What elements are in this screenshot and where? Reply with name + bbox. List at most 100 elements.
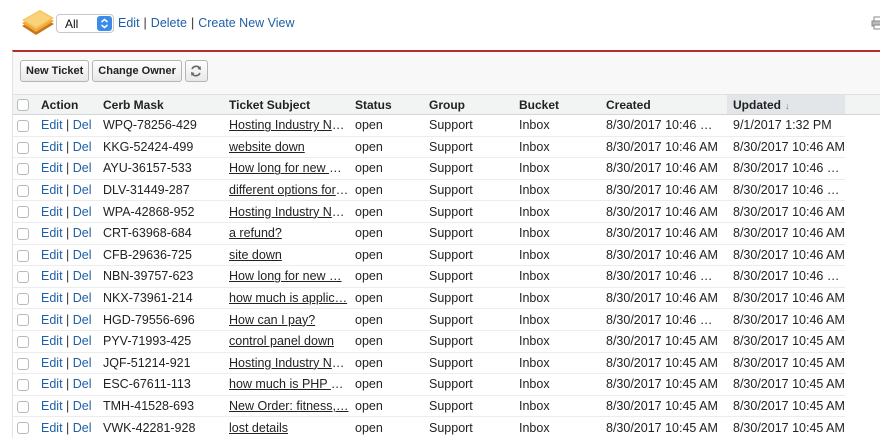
column-header-bucket[interactable]: Bucket <box>513 94 600 115</box>
column-header-subject[interactable]: Ticket Subject <box>223 94 349 115</box>
create-new-view-link[interactable]: Create New View <box>198 16 294 30</box>
table-row[interactable]: Edit | Del WPQ-78256-429 Hosting Industry … <box>13 114 880 137</box>
row-select-cell <box>13 222 35 245</box>
table-row[interactable]: Edit | Del WPA-42868-952 Hosting Industry … <box>13 200 880 223</box>
row-checkbox[interactable] <box>17 141 29 154</box>
edit-ticket-link[interactable]: Edit <box>41 183 63 197</box>
row-checkbox[interactable] <box>17 335 29 348</box>
row-checkbox[interactable] <box>17 227 29 240</box>
ticket-subject-link[interactable]: site down <box>229 248 282 262</box>
cell-status: open <box>349 200 423 223</box>
edit-ticket-link[interactable]: Edit <box>41 291 63 305</box>
ticket-subject-link[interactable]: how much is PHP h… <box>229 377 349 391</box>
row-checkbox[interactable] <box>17 292 29 305</box>
row-checkbox[interactable] <box>17 163 29 176</box>
new-ticket-button[interactable]: New Ticket <box>20 60 90 82</box>
edit-ticket-link[interactable]: Edit <box>41 118 63 132</box>
ticket-subject-link[interactable]: a refund? <box>229 226 282 240</box>
row-checkbox[interactable] <box>17 271 29 284</box>
table-row[interactable]: Edit | Del HGD-79556-696 How can I pay? ope… <box>13 308 880 331</box>
edit-ticket-link[interactable]: Edit <box>41 399 63 413</box>
table-row[interactable]: Edit | Del VWK-42281-928 lost details open S… <box>13 416 880 438</box>
table-row[interactable]: Edit | Del CFB-29636-725 site down open Supp… <box>13 244 880 267</box>
edit-ticket-link[interactable]: Edit <box>41 334 63 348</box>
ticket-subject-link[interactable]: Hosting Industry Ne… <box>229 356 349 370</box>
delete-ticket-link[interactable]: Del <box>73 377 92 391</box>
delete-ticket-link[interactable]: Del <box>73 205 92 219</box>
row-checkbox[interactable] <box>17 357 29 370</box>
delete-ticket-link[interactable]: Del <box>73 248 92 262</box>
table-row[interactable]: Edit | Del ESC-67611-113 how much is PHP h… <box>13 373 880 396</box>
cell-group: Support <box>423 244 513 267</box>
delete-ticket-link[interactable]: Del <box>73 118 92 132</box>
ticket-subject-link[interactable]: different options for … <box>229 183 349 197</box>
edit-ticket-link[interactable]: Edit <box>41 356 63 370</box>
action-separator: | <box>62 291 73 306</box>
delete-ticket-link[interactable]: Del <box>73 269 92 283</box>
column-header-mask[interactable]: Cerb Mask <box>97 94 223 115</box>
table-row[interactable]: Edit | Del TMH-41528-693 New Order: fitnes… <box>13 395 880 418</box>
refresh-button[interactable] <box>184 60 208 82</box>
ticket-subject-link[interactable]: Hosting Industry Ne… <box>229 205 349 219</box>
table-row[interactable]: Edit | Del PYV-71993-425 control panel dow… <box>13 330 880 353</box>
delete-ticket-link[interactable]: Del <box>73 291 92 305</box>
select-all-checkbox[interactable] <box>17 99 29 112</box>
edit-ticket-link[interactable]: Edit <box>41 248 63 262</box>
ticket-subject-link[interactable]: How can I pay? <box>229 313 315 327</box>
row-checkbox[interactable] <box>17 314 29 327</box>
row-filler <box>845 157 880 180</box>
ticket-subject-link[interactable]: Hosting Industry Ne… <box>229 118 349 132</box>
row-checkbox[interactable] <box>17 120 29 132</box>
delete-ticket-link[interactable]: Del <box>73 226 92 240</box>
column-header-group[interactable]: Group <box>423 94 513 115</box>
table-row[interactable]: Edit | Del NKX-73961-214 how much is appli… <box>13 287 880 310</box>
delete-ticket-link[interactable]: Del <box>73 421 92 435</box>
edit-view-link[interactable]: Edit <box>118 16 140 30</box>
edit-ticket-link[interactable]: Edit <box>41 161 63 175</box>
edit-ticket-link[interactable]: Edit <box>41 377 63 391</box>
column-header-created[interactable]: Created <box>600 94 727 115</box>
ticket-subject-link[interactable]: How long for new … <box>229 269 342 283</box>
table-row[interactable]: Edit | Del KKG-52424-499 website down open S… <box>13 136 880 159</box>
ticket-subject-link[interactable]: control panel down <box>229 334 334 348</box>
row-actions: Edit | Del <box>35 265 97 288</box>
row-checkbox[interactable] <box>17 379 29 392</box>
delete-ticket-link[interactable]: Del <box>73 183 92 197</box>
row-checkbox[interactable] <box>17 206 29 219</box>
table-row[interactable]: Edit | Del CRT-63968-684 a refund? open Supp… <box>13 222 880 245</box>
edit-ticket-link[interactable]: Edit <box>41 226 63 240</box>
edit-ticket-link[interactable]: Edit <box>41 313 63 327</box>
table-row[interactable]: Edit | Del NBN-39757-623 How long for new … <box>13 265 880 288</box>
delete-view-link[interactable]: Delete <box>151 16 187 30</box>
table-row[interactable]: Edit | Del AYU-36157-533 How long for new … <box>13 157 880 180</box>
edit-ticket-link[interactable]: Edit <box>41 269 63 283</box>
ticket-subject-link[interactable]: website down <box>229 140 305 154</box>
cell-mask: ESC-67611-113 <box>97 373 223 396</box>
delete-ticket-link[interactable]: Del <box>73 140 92 154</box>
column-header-status[interactable]: Status <box>349 94 423 115</box>
ticket-subject-link[interactable]: how much is applic… <box>229 291 347 305</box>
edit-ticket-link[interactable]: Edit <box>41 205 63 219</box>
column-header-updated[interactable]: Updated ↓ <box>727 94 845 115</box>
change-owner-button[interactable]: Change Owner <box>92 60 182 82</box>
delete-ticket-link[interactable]: Del <box>73 313 92 327</box>
cell-mask: DLV-31449-287 <box>97 179 223 202</box>
table-row[interactable]: Edit | Del JQF-51214-921 Hosting Industry … <box>13 352 880 375</box>
delete-ticket-link[interactable]: Del <box>73 334 92 348</box>
action-separator: | <box>62 399 73 414</box>
ticket-subject-link[interactable]: New Order: fitness,… <box>229 399 348 413</box>
row-checkbox[interactable] <box>17 400 29 413</box>
row-checkbox[interactable] <box>17 184 29 197</box>
view-select[interactable]: All <box>56 14 114 33</box>
delete-ticket-link[interactable]: Del <box>73 399 92 413</box>
ticket-subject-link[interactable]: lost details <box>229 421 288 435</box>
edit-ticket-link[interactable]: Edit <box>41 421 63 435</box>
row-checkbox[interactable] <box>17 422 29 435</box>
row-checkbox[interactable] <box>17 249 29 262</box>
table-row[interactable]: Edit | Del DLV-31449-287 different options… <box>13 179 880 202</box>
edit-ticket-link[interactable]: Edit <box>41 140 63 154</box>
print-icon[interactable] <box>871 16 880 30</box>
ticket-subject-link[interactable]: How long for new U… <box>229 161 349 175</box>
delete-ticket-link[interactable]: Del <box>73 161 92 175</box>
delete-ticket-link[interactable]: Del <box>73 356 92 370</box>
